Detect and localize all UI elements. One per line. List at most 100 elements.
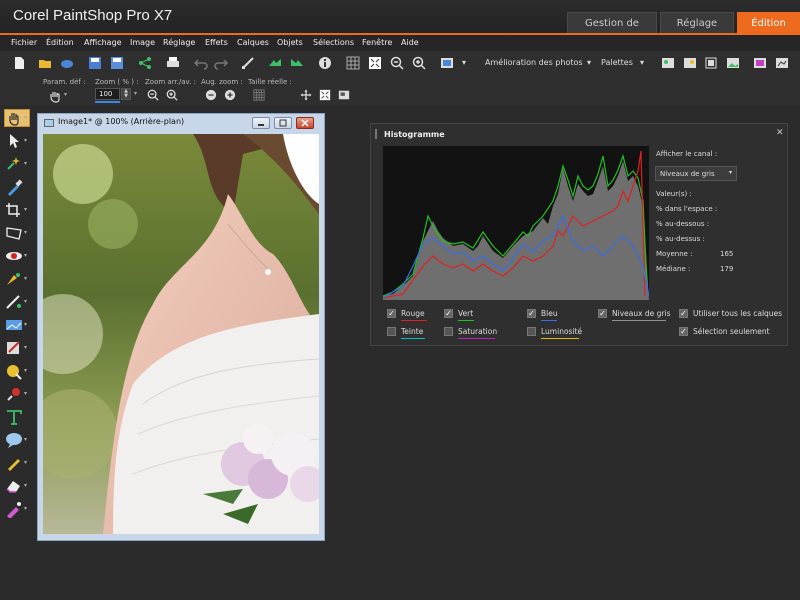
menu-effects[interactable]: Effets [205,38,228,47]
crop-to-selection-icon[interactable] [241,56,255,70]
materials-icon[interactable] [683,56,697,70]
help-topics-icon[interactable] [775,56,789,70]
learning-center-icon[interactable] [753,56,767,70]
menu-adjust[interactable]: Réglage [163,38,195,47]
menu-objects[interactable]: Objets [277,38,303,47]
pen-tool-icon[interactable] [4,454,24,472]
layers-palette-icon[interactable] [704,56,718,70]
presets-dropdown-arrow[interactable]: ▾ [64,91,67,98]
red-channel-checkbox[interactable]: ✓ [387,309,396,318]
tool-flyout-arrow[interactable]: ▾ [24,298,27,305]
menu-selections[interactable]: Sélections [313,38,354,47]
red-eye-tool-icon[interactable] [4,247,24,265]
dropdown-arrow[interactable]: ▾ [462,58,466,67]
image-window[interactable]: Image1* @ 100% (Arrière-plan) [37,113,325,541]
zoom-slider[interactable] [95,101,120,103]
redo-icon[interactable] [214,56,228,70]
close-icon[interactable]: ✕ [776,128,784,138]
pick-tool-icon[interactable] [4,132,24,150]
photo-canvas[interactable] [43,134,319,534]
scratch-remover-icon[interactable] [4,316,24,334]
menu-layers[interactable]: Calques [237,38,269,47]
grayscale-channel-checkbox[interactable]: ✓ [598,309,607,318]
tool-flyout-arrow[interactable]: ▾ [24,137,27,144]
crop-tool-icon[interactable] [4,201,24,219]
tool-flyout-arrow[interactable]: ▾ [24,229,27,236]
tool-flyout-arrow[interactable]: ▾ [24,436,27,443]
minimize-button[interactable] [252,117,270,129]
open-folder-icon[interactable] [38,56,52,70]
tool-flyout-arrow[interactable]: ▾ [24,321,27,328]
zoom-out-icon[interactable] [390,56,404,70]
palette-icon[interactable] [661,56,675,70]
tab-adjust[interactable]: Réglage [660,12,734,34]
menu-view[interactable]: Affichage [84,38,122,47]
dropdown-arrow[interactable]: ▾ [587,58,591,67]
hue-channel-checkbox[interactable] [387,327,396,336]
dropdown-arrow[interactable]: ▾ [640,58,644,67]
zoom-out-icon[interactable] [147,89,159,101]
fit-to-window-icon[interactable] [319,89,331,101]
enhance-photo-menu[interactable]: Amélioration des photos [485,58,583,67]
zoom-input[interactable]: 100 [95,88,120,100]
zoom-spinner[interactable]: ▲ ▼ [121,88,131,100]
shape-tool-icon[interactable] [4,431,24,449]
tool-flyout-arrow[interactable]: ▾ [24,114,27,121]
undo-icon[interactable] [194,56,208,70]
text-tool-icon[interactable] [4,408,24,426]
save-icon[interactable] [88,56,102,70]
tool-flyout-arrow[interactable]: ▾ [24,505,27,512]
zoom-in-icon[interactable] [166,89,178,101]
fit-window-icon[interactable] [368,56,382,70]
tab-photo-management[interactable]: Gestion de photos [567,12,657,51]
maximize-button[interactable] [274,117,292,129]
actual-size-icon[interactable] [253,89,265,101]
dropper-tool-icon[interactable] [4,178,24,196]
zoom-dropdown-arrow[interactable]: ▾ [134,90,137,97]
menu-edit[interactable]: Édition [46,38,74,47]
airbrush-tool-icon[interactable] [4,500,24,518]
luminosity-channel-checkbox[interactable] [527,327,536,336]
palette-grip[interactable] [375,129,377,139]
share-icon[interactable] [138,56,152,70]
info-icon[interactable] [318,56,332,70]
straighten-tool-icon[interactable] [4,224,24,242]
flip-icon[interactable] [268,56,282,70]
grid-icon[interactable] [346,56,360,70]
image-view-icon[interactable] [440,56,454,70]
paint-brush-icon[interactable] [4,362,24,380]
use-all-layers-checkbox[interactable]: ✓ [679,309,688,318]
clone-tool-icon[interactable] [4,293,24,311]
tool-flyout-arrow[interactable]: ▾ [24,160,27,167]
close-button[interactable] [296,117,314,129]
tool-flyout-arrow[interactable]: ▾ [24,482,27,489]
pan-tool-icon[interactable] [4,109,24,127]
tool-flyout-arrow[interactable]: ▾ [24,367,27,374]
new-file-icon[interactable] [12,56,26,70]
mirror-icon[interactable] [290,56,304,70]
tool-flyout-arrow[interactable]: ▾ [24,459,27,466]
print-icon[interactable] [166,56,180,70]
pan-hand-icon[interactable] [48,89,62,103]
tool-flyout-arrow[interactable]: ▾ [24,252,27,259]
zoom-in-icon[interactable] [412,56,426,70]
menu-image[interactable]: Image [130,38,155,47]
tool-flyout-arrow[interactable]: ▾ [24,275,27,282]
minus-icon[interactable] [205,89,217,101]
overview-icon[interactable] [338,89,350,101]
blue-channel-checkbox[interactable]: ✓ [527,309,536,318]
eraser-tool-icon[interactable] [4,477,24,495]
palettes-menu[interactable]: Palettes [601,58,633,67]
overview-icon[interactable] [726,56,740,70]
menu-window[interactable]: Fenêtre [362,38,392,47]
selection-only-checkbox[interactable]: ✓ [679,327,688,336]
selection-tool-icon[interactable] [4,155,24,173]
plus-icon[interactable] [224,89,236,101]
channel-dropdown[interactable]: Niveaux de gris ▾ [655,166,737,181]
browse-icon[interactable] [60,56,74,70]
tool-flyout-arrow[interactable]: ▾ [24,206,27,213]
save-as-icon[interactable] [110,56,124,70]
menu-help[interactable]: Aide [401,38,419,47]
green-channel-checkbox[interactable]: ✓ [444,309,453,318]
move-icon[interactable] [300,89,312,101]
